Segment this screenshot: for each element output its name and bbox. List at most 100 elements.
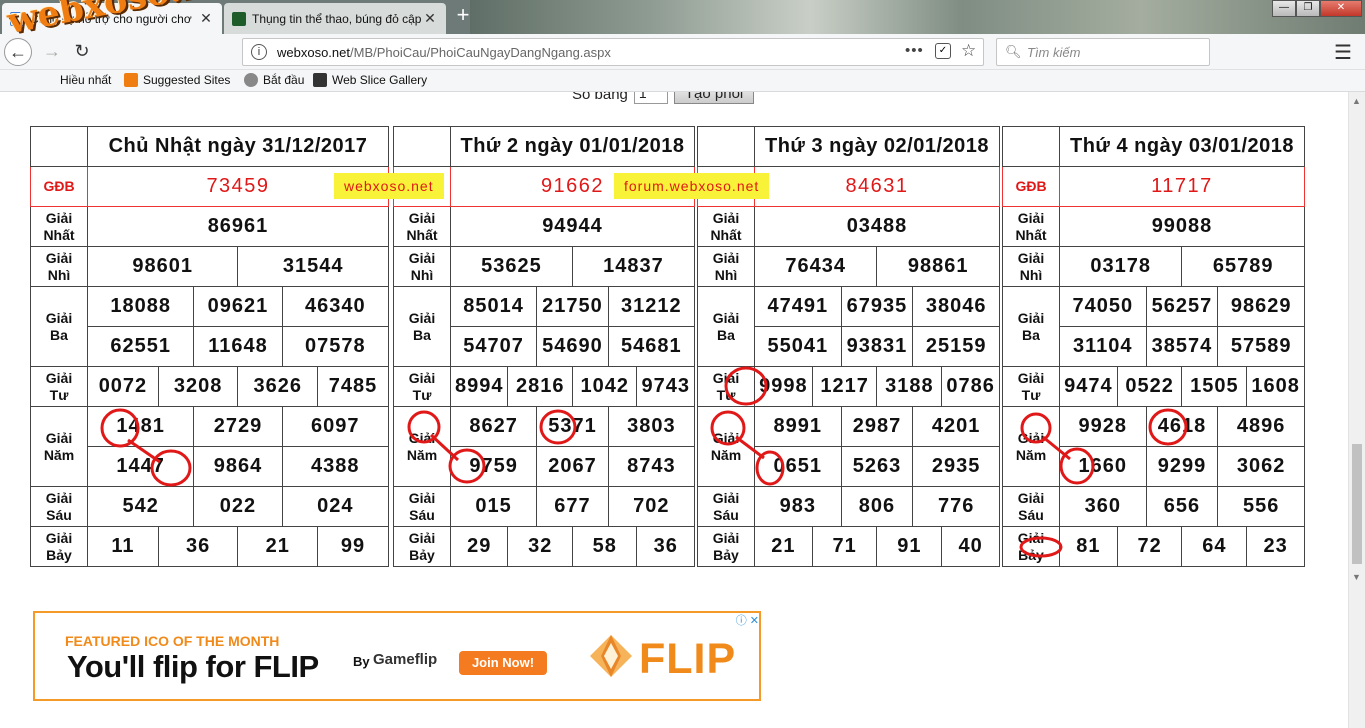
close-window-button[interactable]: ✕ (1320, 0, 1362, 17)
close-tab-icon[interactable]: ✕ (198, 10, 214, 27)
table-count-input[interactable]: 1 (633, 92, 668, 104)
result-cell: 983 (754, 486, 842, 527)
result-cell: 85014 (449, 286, 538, 327)
result-cell: 38574 (1145, 326, 1219, 367)
result-cell: 03488 (754, 206, 1000, 247)
prize-label-g4: Giải Tư (393, 366, 451, 407)
result-cell: 99 (317, 526, 389, 567)
navigation-toolbar: ← → ↻ i webxoso.net/MB/PhoiCau/PhoiCauNg… (0, 34, 1365, 70)
scroll-down-icon[interactable]: ▼ (1352, 572, 1361, 582)
gameflip-logo: Gameflip (373, 651, 438, 668)
result-cell: 38046 (912, 286, 1000, 327)
result-cell: 702 (607, 486, 696, 527)
page-actions-icon[interactable]: ••• (905, 42, 924, 59)
result-cell: 8743 (607, 446, 696, 487)
day-header: Thứ 4 ngày 03/01/2018 (1059, 126, 1305, 167)
result-cell: 1660 (1059, 446, 1147, 487)
prize-label-g5: Giải Năm (30, 406, 88, 487)
tab-strip: Cung cụ hỗ trợ cho người chơ ✕ Thụng tin… (0, 0, 1365, 34)
result-cell: 36 (636, 526, 695, 567)
pocket-icon[interactable]: ✓ (935, 43, 951, 59)
result-cell: 1042 (571, 366, 638, 407)
hamburger-menu-icon[interactable]: ☰ (1334, 40, 1352, 65)
result-cell: 98629 (1217, 286, 1305, 327)
web-slice-icon (313, 73, 327, 87)
search-input[interactable]: 🔍︎ Tìm kiếm (996, 38, 1210, 66)
result-cell: 71 (811, 526, 878, 567)
prize-label-g3: Giải Ba (393, 286, 451, 367)
prize-label-g2: Giải Nhì (697, 246, 755, 287)
result-cell: 31212 (607, 286, 696, 327)
url-text[interactable]: webxoso.net/MB/PhoiCau/PhoiCauNgayDangNg… (277, 45, 611, 60)
result-cell: 776 (912, 486, 1000, 527)
result-cell: 46340 (281, 286, 390, 327)
result-cell: 21 (237, 526, 319, 567)
result-cell: 86961 (87, 206, 389, 247)
result-cell: 93831 (840, 326, 914, 367)
result-cell: 72 (1116, 526, 1183, 567)
day-header: Thứ 2 ngày 01/01/2018 (450, 126, 695, 167)
minimize-window-button[interactable]: — (1272, 0, 1296, 17)
address-bar[interactable]: i webxoso.net/MB/PhoiCau/PhoiCauNgayDang… (242, 38, 984, 66)
forward-button[interactable]: → (38, 38, 66, 66)
join-now-button[interactable]: Join Now! (459, 651, 547, 675)
back-button[interactable]: ← (4, 38, 32, 66)
new-tab-button[interactable]: + (452, 4, 474, 28)
advertisement-banner[interactable]: FEATURED ICO OF THE MONTH You'll flip fo… (33, 611, 761, 701)
result-cell: 1505 (1181, 366, 1248, 407)
result-cell: 03178 (1058, 246, 1183, 287)
bookmark-item[interactable]: Bắt đầu (244, 73, 304, 87)
result-cell: 2067 (536, 446, 609, 487)
result-cell: 556 (1217, 486, 1305, 527)
scroll-up-icon[interactable]: ▲ (1352, 96, 1361, 106)
tab-inactive[interactable]: Thụng tin thể thao, búng đỏ cập ✕ (224, 3, 446, 34)
bookmark-item[interactable]: Web Slice Gallery (313, 73, 427, 87)
result-cell: 3626 (237, 366, 319, 407)
adchoices-close-icon[interactable]: ⓘ ✕ (729, 612, 759, 627)
day-header: Thứ 3 ngày 02/01/2018 (754, 126, 1000, 167)
result-cell: 11717 (1059, 166, 1305, 207)
flip-diamond-icon (590, 635, 632, 677)
result-cell: 0651 (754, 446, 842, 487)
restore-window-button[interactable]: ❐ (1296, 0, 1320, 17)
reload-button[interactable]: ↻ (68, 38, 96, 66)
bookmark-item[interactable]: Suggested Sites (124, 73, 230, 87)
result-cell: 76434 (753, 246, 878, 287)
result-cell: 2935 (912, 446, 1000, 487)
close-tab-icon[interactable]: ✕ (422, 10, 438, 27)
result-cell: 6097 (281, 406, 390, 447)
bookmark-item[interactable]: Hiều nhất (60, 73, 111, 87)
bookmark-star-icon[interactable]: ☆ (961, 41, 976, 61)
result-cell: 54690 (536, 326, 609, 367)
result-cell: 9759 (449, 446, 538, 487)
result-cell: 58 (571, 526, 638, 567)
result-cell: 55041 (754, 326, 842, 367)
result-cell: 3188 (876, 366, 943, 407)
site-info-icon[interactable]: i (251, 44, 267, 60)
prize-label-g2: Giải Nhì (1002, 246, 1060, 287)
flip-logo-text: FLIP (639, 635, 737, 683)
prize-label-g1: Giải Nhất (393, 206, 451, 247)
result-cell: 2729 (193, 406, 283, 447)
prize-label-g7: Giải Bảy (1002, 526, 1060, 567)
prize-label-g3: Giải Ba (697, 286, 755, 367)
vertical-scrollbar[interactable]: ▲ ▼ (1348, 92, 1365, 728)
result-cell: 9743 (636, 366, 695, 407)
result-cell: 98861 (876, 246, 1000, 287)
result-cell: 024 (281, 486, 390, 527)
create-button[interactable]: Tạo phôi (673, 92, 755, 104)
results-table-day-4: Thứ 4 ngày 03/01/2018 GĐB 11717 Giải Nhất 990… (1002, 126, 1305, 567)
result-cell: 806 (840, 486, 914, 527)
result-cell: 4201 (912, 406, 1000, 447)
ad-headline: You'll flip for FLIP (67, 649, 319, 684)
result-cell: 5263 (840, 446, 914, 487)
result-cell: 23 (1246, 526, 1305, 567)
result-cell: 84631 (754, 166, 1000, 207)
result-cell: 65789 (1181, 246, 1305, 287)
prize-label-g6: Giải Sáu (30, 486, 88, 527)
scrollbar-thumb[interactable] (1352, 444, 1362, 564)
suggested-sites-icon (124, 73, 138, 87)
prize-label-g6: Giải Sáu (697, 486, 755, 527)
result-cell: 0072 (87, 366, 159, 407)
result-cell: 8627 (449, 406, 538, 447)
